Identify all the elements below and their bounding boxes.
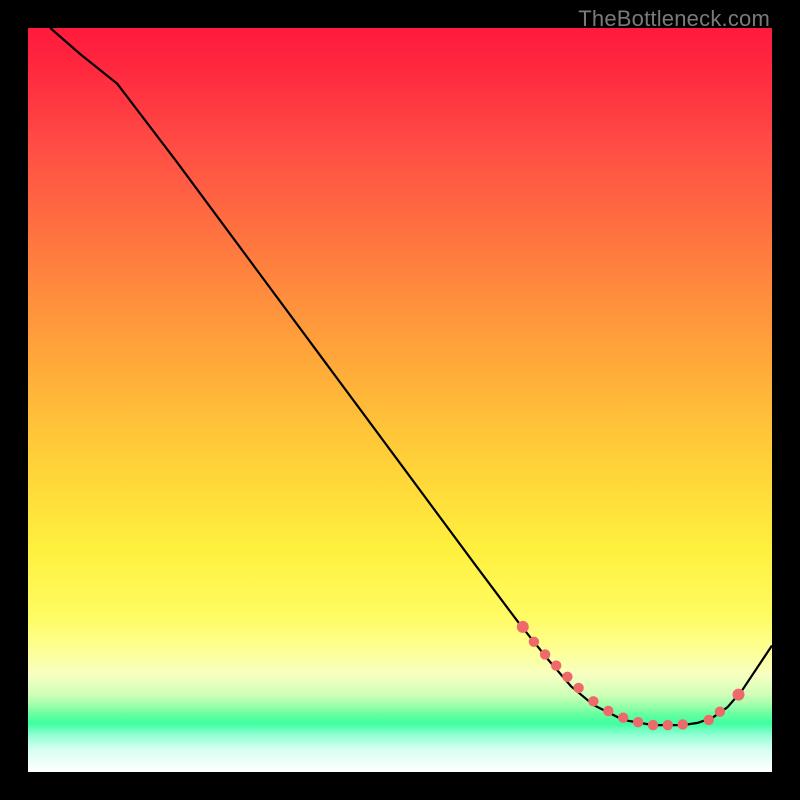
curve-marker: [540, 649, 550, 659]
curve-marker: [678, 719, 688, 729]
curve-marker: [715, 707, 725, 717]
marker-group: [517, 621, 745, 730]
curve-marker: [573, 683, 583, 693]
curve-marker: [603, 706, 613, 716]
curve-marker: [663, 720, 673, 730]
curve-marker: [618, 713, 628, 723]
curve-marker: [588, 696, 598, 706]
curve-marker: [551, 660, 561, 670]
curve-marker: [529, 637, 539, 647]
curve-line: [50, 28, 772, 725]
curve-marker: [733, 689, 745, 701]
curve-marker: [704, 715, 714, 725]
curve-marker: [517, 621, 529, 633]
curve-marker: [633, 717, 643, 727]
curve-marker: [562, 672, 572, 682]
chart-svg: [28, 28, 772, 772]
plot-area: [28, 28, 772, 772]
chart-frame: TheBottleneck.com: [0, 0, 800, 800]
curve-marker: [648, 720, 658, 730]
